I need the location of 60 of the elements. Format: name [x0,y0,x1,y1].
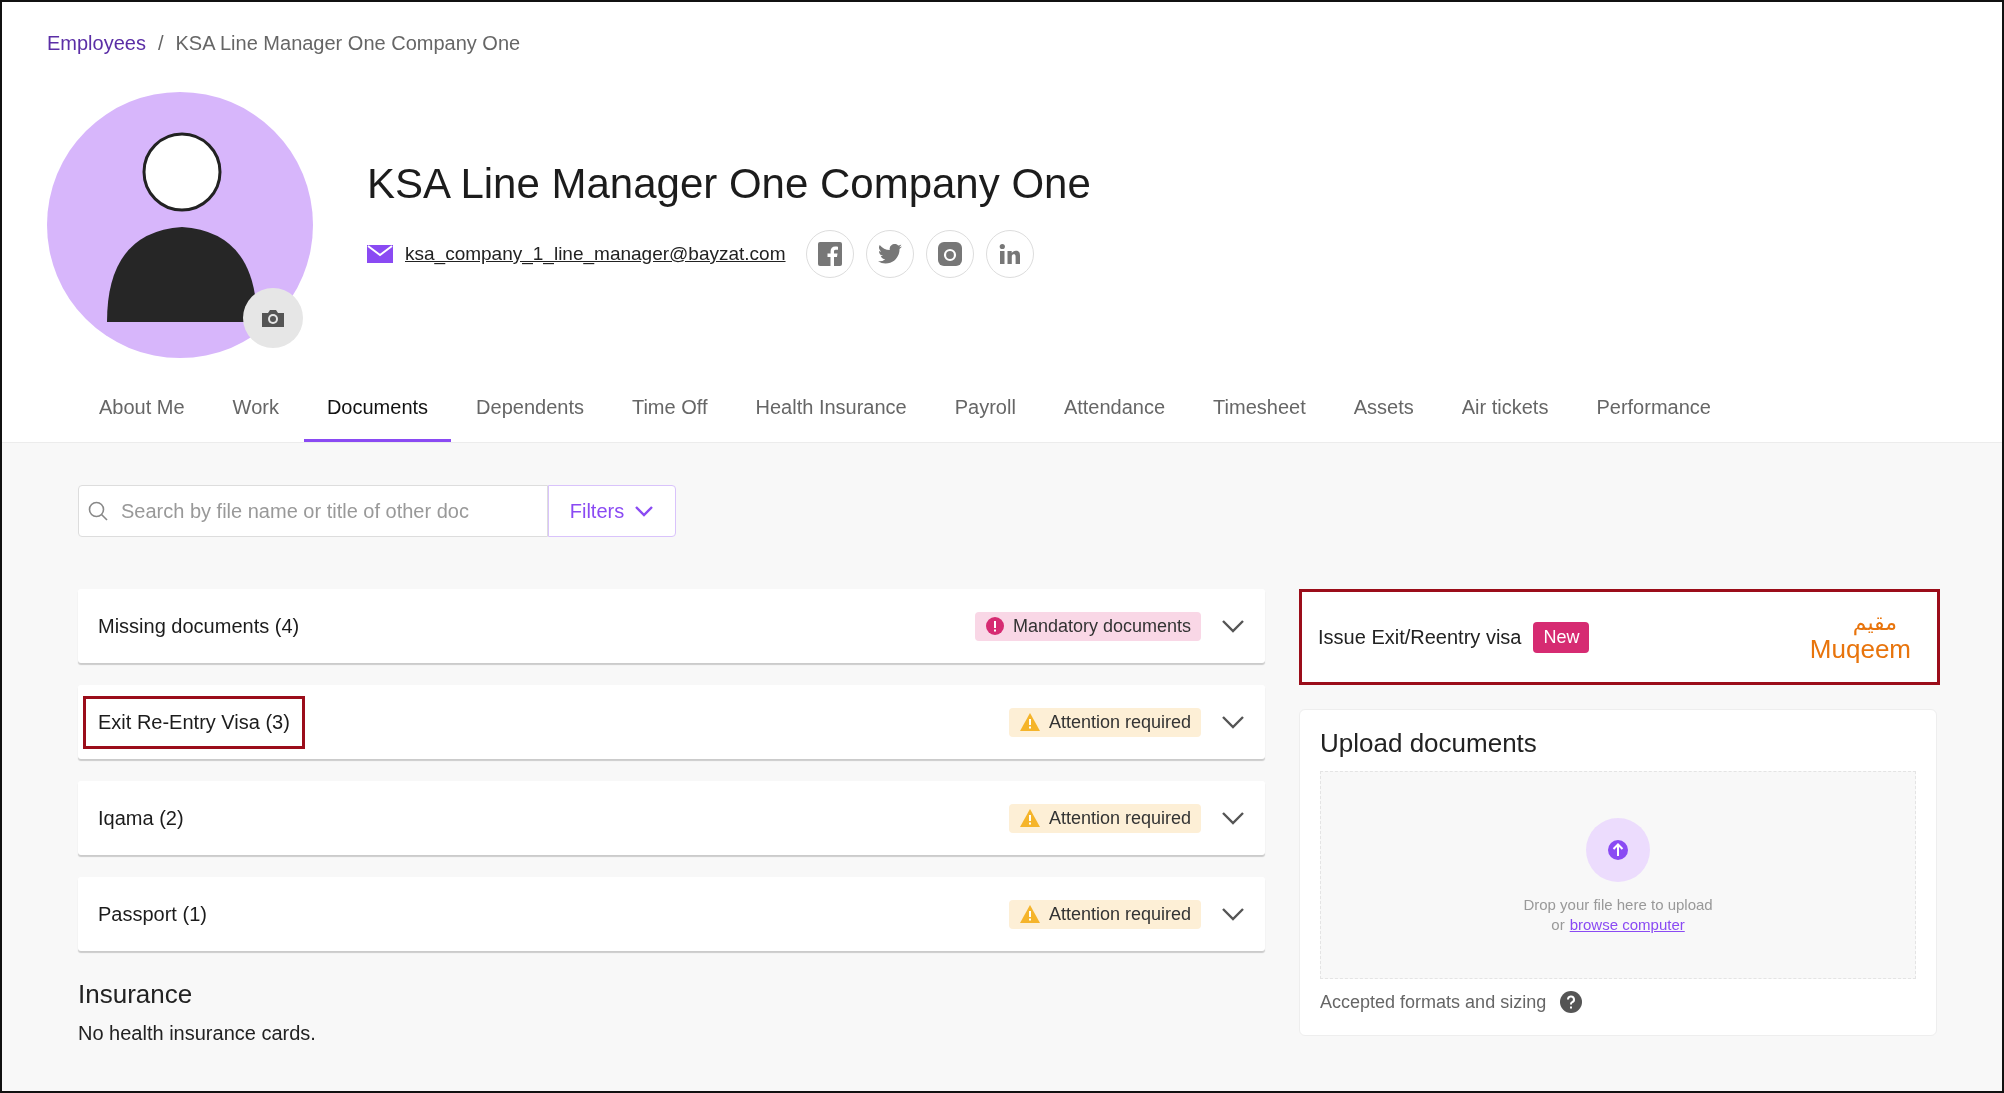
insurance-message: No health insurance cards. [78,1022,317,1045]
tab[interactable]: Payroll [931,376,1039,442]
chevron-down-icon [1221,907,1246,921]
chevron-down-icon [1221,715,1246,729]
email-link[interactable]: ksa_company_1_line_manager@bayzat.com [405,243,786,265]
tab[interactable]: Performance [1573,376,1734,442]
attention-badge: Attention required [1008,899,1202,929]
chevron-down-icon [634,505,655,517]
document-section[interactable]: Exit Re-Entry Visa (3) Attention required [78,685,1266,759]
attention-badge: Attention required [1008,803,1202,833]
twitter-button[interactable] [865,230,914,278]
tab[interactable]: Time Off [608,376,731,442]
breadcrumb-separator: / [157,31,164,55]
or-text: or [1551,915,1565,933]
tab[interactable]: Attendance [1040,376,1189,442]
drop-instruction: Drop your file here to upload [1523,895,1713,913]
accepted-formats-text: Accepted formats and sizing [1320,991,1547,1013]
section-title: Iqama (2) [97,805,185,831]
tab[interactable]: About Me [76,376,208,442]
camera-icon [260,308,286,328]
document-section[interactable]: Passport (1) Attention required [78,877,1266,951]
twitter-icon [877,244,902,264]
search-field[interactable]: Search by file name or title of other doc [78,485,548,537]
attention-badge: Attention required [1008,707,1202,737]
instagram-icon [937,242,962,266]
envelope-icon [367,245,393,263]
linkedin-icon [998,243,1021,265]
browse-computer-link[interactable]: browse computer [1569,915,1685,933]
facebook-icon [817,242,842,266]
section-title: Exit Re-Entry Visa (3) [83,695,305,749]
help-icon[interactable] [1560,991,1583,1013]
facebook-button[interactable] [805,230,854,278]
visa-card-label: Issue Exit/Reentry visa [1318,625,1522,649]
document-section[interactable]: Iqama (2) Attention required [78,781,1266,855]
filters-button[interactable]: Filters [548,485,676,537]
avatar-silhouette-icon [47,92,313,358]
tab[interactable]: Assets [1330,376,1437,442]
search-icon [88,501,108,521]
chevron-down-icon [1221,811,1246,825]
employee-name: KSA Line Manager One Company One [367,160,1091,208]
upload-heading: Upload documents [1320,728,1538,759]
drop-zone[interactable]: Drop your file here to upload or browse computer [1320,771,1917,979]
linkedin-button[interactable] [985,230,1034,278]
logo-text: Muqeem [1809,636,1911,662]
section-title: Passport (1) [97,901,208,927]
tab[interactable]: Health Insurance [732,376,930,442]
breadcrumb-current: KSA Line Manager One Company One [175,31,521,55]
document-section[interactable]: Missing documents (4) Mandatory documents [78,589,1266,663]
instagram-button[interactable] [925,230,974,278]
tab[interactable]: Dependents [453,376,607,442]
chevron-down-icon [1221,619,1246,633]
new-badge: New [1533,621,1590,653]
insurance-heading: Insurance [78,979,194,1010]
tab[interactable]: Air tickets [1438,376,1572,442]
mandatory-badge: Mandatory documents [974,611,1202,641]
section-title: Missing documents (4) [97,613,301,639]
tab[interactable]: Work [209,376,302,442]
breadcrumb-link[interactable]: Employees [47,31,146,55]
logo-arabic-text: مقيم [1852,612,1897,634]
tab[interactable]: Timesheet [1190,376,1329,442]
